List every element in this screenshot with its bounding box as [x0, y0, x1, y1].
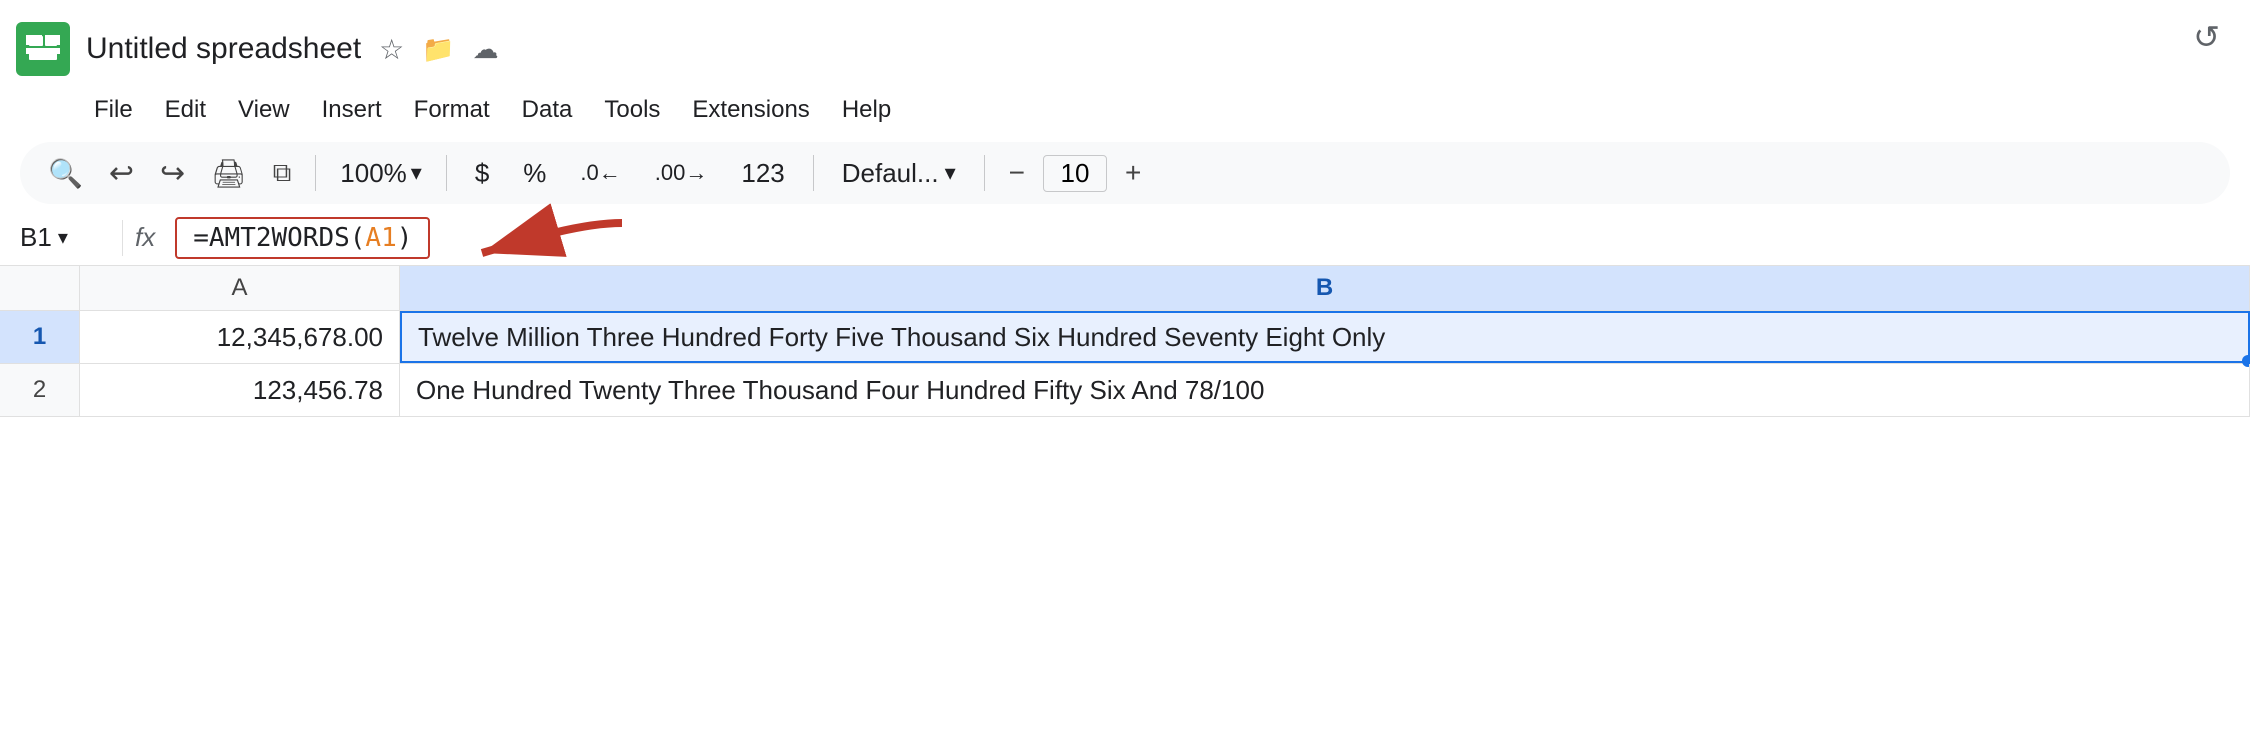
- formula-arg: A1: [365, 223, 396, 253]
- toolbar-divider-4: [984, 155, 985, 191]
- font-dropdown-chevron: ▾: [945, 160, 956, 186]
- sheets-icon: [25, 34, 61, 64]
- font-size-input[interactable]: 10: [1043, 155, 1107, 192]
- print-button[interactable]: 🖨: [203, 153, 255, 194]
- app-logo: [16, 22, 70, 76]
- cell-a1[interactable]: 12,345,678.00: [80, 311, 400, 363]
- redo-button[interactable]: ↪: [152, 152, 193, 195]
- currency-button[interactable]: $: [463, 154, 501, 193]
- menu-help[interactable]: Help: [828, 92, 905, 128]
- cell-b1[interactable]: Twelve Million Three Hundred Forty Five …: [400, 311, 2250, 363]
- decimal-inc-button[interactable]: .00→: [643, 156, 720, 190]
- cell-a1-value: 12,345,678.00: [217, 322, 383, 353]
- menu-edit[interactable]: Edit: [151, 92, 220, 128]
- menu-extensions[interactable]: Extensions: [678, 92, 823, 128]
- zoom-control[interactable]: 100% ▾: [332, 154, 430, 193]
- formula-bar: B1 ▾ fx =AMT2WORDS(A1): [0, 210, 2250, 266]
- star-icon[interactable]: ☆: [379, 33, 404, 66]
- column-headers: A B: [0, 266, 2250, 311]
- cell-ref-label: B1: [20, 222, 52, 253]
- cell-reference-box[interactable]: B1 ▾: [20, 222, 110, 253]
- toolbar-divider-1: [315, 155, 316, 191]
- row-num-2[interactable]: 2: [0, 364, 80, 416]
- format-paint-button[interactable]: ⧉: [265, 153, 300, 193]
- formula-suffix: ): [397, 223, 413, 253]
- col-header-b[interactable]: B: [400, 266, 2250, 310]
- menu-insert[interactable]: Insert: [308, 92, 396, 128]
- spreadsheet-grid: A B 1 12,345,678.00 Twelve Million Three…: [0, 266, 2250, 417]
- decimal-dec-button[interactable]: .0←: [568, 156, 632, 190]
- cell-b2[interactable]: One Hundred Twenty Three Thousand Four H…: [400, 364, 2250, 416]
- undo-button[interactable]: ↩: [101, 152, 142, 195]
- zoom-label: 100%: [340, 158, 407, 189]
- undo-top-icon[interactable]: ↺: [2193, 18, 2220, 56]
- search-icon[interactable]: 🔍: [40, 153, 91, 194]
- table-row: 1 12,345,678.00 Twelve Million Three Hun…: [0, 311, 2250, 364]
- font-size-increase-button[interactable]: +: [1117, 155, 1149, 191]
- cell-b2-value: One Hundred Twenty Three Thousand Four H…: [416, 375, 1264, 406]
- font-name-dropdown[interactable]: Defaul... ▾: [830, 154, 968, 193]
- formula-input[interactable]: =AMT2WORDS(A1): [175, 217, 430, 259]
- percent-button[interactable]: %: [511, 154, 558, 193]
- title-bar: Untitled spreadsheet ☆ 📁 ☁: [0, 0, 2250, 90]
- spreadsheet-title[interactable]: Untitled spreadsheet: [86, 32, 361, 66]
- grid-corner: [0, 266, 80, 310]
- cell-ref-dropdown-icon[interactable]: ▾: [58, 225, 68, 250]
- row-num-1[interactable]: 1: [0, 311, 80, 363]
- formula-prefix: =AMT2WORDS(: [193, 223, 365, 253]
- menu-format[interactable]: Format: [400, 92, 504, 128]
- toolbar: 🔍 ↩ ↪ 🖨 ⧉ 100% ▾ $ % .0← .00→ 123 Defaul…: [20, 142, 2230, 204]
- cell-a2[interactable]: 123,456.78: [80, 364, 400, 416]
- title-icon-group: ☆ 📁 ☁: [379, 33, 498, 66]
- font-size-decrease-button[interactable]: −: [1001, 155, 1033, 191]
- menu-tools[interactable]: Tools: [590, 92, 674, 128]
- formula-arrow-annotation: [452, 203, 632, 273]
- number-format-button[interactable]: 123: [729, 154, 796, 193]
- col-header-a[interactable]: A: [80, 266, 400, 310]
- font-name-label: Defaul...: [842, 158, 939, 189]
- zoom-dropdown-icon: ▾: [411, 160, 422, 186]
- cloud-save-icon[interactable]: ☁: [473, 34, 499, 65]
- toolbar-divider-3: [813, 155, 814, 191]
- menu-data[interactable]: Data: [508, 92, 587, 128]
- menu-bar: File Edit View Insert Format Data Tools …: [0, 90, 2250, 136]
- move-to-folder-icon[interactable]: 📁: [422, 34, 454, 65]
- menu-view[interactable]: View: [224, 92, 304, 128]
- menu-file[interactable]: File: [80, 92, 147, 128]
- table-row: 2 123,456.78 One Hundred Twenty Three Th…: [0, 364, 2250, 417]
- toolbar-divider-2: [446, 155, 447, 191]
- formula-bar-divider: [122, 220, 123, 256]
- cell-b1-value: Twelve Million Three Hundred Forty Five …: [418, 322, 1385, 353]
- fx-label: fx: [135, 222, 155, 253]
- cell-a2-value: 123,456.78: [253, 375, 383, 406]
